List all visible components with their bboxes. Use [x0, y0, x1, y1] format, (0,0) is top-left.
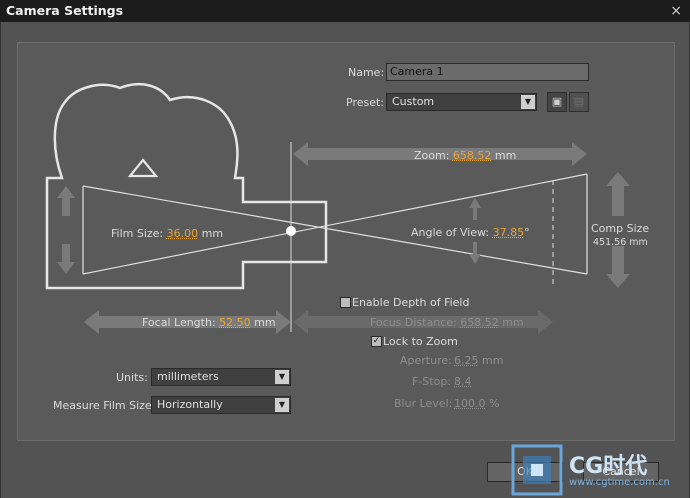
lock-to-zoom-label: Lock to Zoom: [383, 335, 458, 348]
lens-point: [286, 226, 296, 236]
focus-distance-readout: Focus Distance: 658.52 mm: [370, 316, 524, 329]
film-size-value[interactable]: 36.00: [167, 227, 199, 240]
aperture-label: Aperture:: [400, 354, 452, 367]
comp-size-label: Comp Size: [591, 222, 649, 235]
save-preset-button[interactable]: ▣: [547, 92, 567, 112]
focal-length-label: Focal Length:: [142, 316, 216, 329]
zoom-value[interactable]: 658.52: [453, 149, 492, 162]
fstop-value[interactable]: 8.4: [454, 375, 472, 388]
units-label: Units:: [116, 371, 148, 384]
delete-preset-button[interactable]: ▤: [569, 92, 589, 112]
comp-size-value: 451.56 mm: [593, 237, 648, 248]
focus-distance-label: Focus Distance:: [370, 316, 457, 329]
preset-value: Custom: [392, 95, 434, 108]
name-label: Name:: [348, 66, 384, 79]
measure-film-size-select[interactable]: Horizontally ▼: [151, 396, 291, 414]
film-size-unit: mm: [202, 227, 223, 240]
floppy-icon: ▣: [552, 95, 562, 108]
film-size-readout: Film Size: 36.00 mm: [111, 227, 223, 240]
camera-viewfinder-icon: [130, 160, 156, 176]
camera-body-outline: [47, 84, 326, 288]
focal-length-unit: mm: [254, 316, 275, 329]
blur-level-label: Blur Level:: [394, 397, 452, 410]
chevron-down-icon: ▼: [275, 398, 289, 412]
focus-distance-unit: mm: [502, 316, 523, 329]
film-size-arrow: [57, 186, 75, 274]
focal-length-value[interactable]: 52.50: [219, 316, 251, 329]
blur-level-unit: %: [489, 397, 499, 410]
aperture-readout: 6.25 mm: [454, 354, 503, 367]
fstop-readout: 8.4: [454, 375, 472, 388]
enable-dof-label: Enable Depth of Field: [352, 296, 469, 309]
focus-distance-value[interactable]: 658.52: [460, 316, 499, 329]
chevron-down-icon: ▼: [275, 370, 289, 384]
watermark-logo: [511, 444, 563, 496]
angle-of-view-label: Angle of View:: [411, 226, 489, 239]
preset-label: Preset:: [346, 96, 384, 109]
units-value: millimeters: [157, 370, 219, 383]
trash-icon: ▤: [574, 95, 584, 108]
measure-film-size-label: Measure Film Size:: [53, 399, 155, 412]
enable-dof-checkbox[interactable]: [340, 297, 351, 308]
zoom-label: Zoom:: [414, 149, 449, 162]
film-size-label: Film Size:: [111, 227, 163, 240]
angle-of-view-readout: Angle of View: 37.85°: [411, 226, 530, 239]
measure-film-size-value: Horizontally: [157, 398, 223, 411]
aperture-unit: mm: [482, 354, 503, 367]
units-select[interactable]: millimeters ▼: [151, 368, 291, 386]
chevron-down-icon: ▼: [521, 95, 535, 109]
aperture-value[interactable]: 6.25: [454, 354, 479, 367]
preset-select[interactable]: Custom ▼: [386, 93, 537, 111]
name-input[interactable]: Camera 1: [386, 63, 589, 81]
blur-level-value[interactable]: 100.0: [454, 397, 486, 410]
angle-of-view-value[interactable]: 37.85: [493, 226, 525, 239]
angle-of-view-unit: °: [524, 226, 530, 239]
view-frustum: [83, 174, 587, 274]
focal-length-readout: Focal Length: 52.50 mm: [142, 316, 276, 329]
fstop-label: F-Stop:: [412, 375, 451, 388]
zoom-readout: Zoom: 658.52 mm: [414, 149, 516, 162]
watermark-url: www.cgtime.com.cn: [569, 477, 670, 488]
watermark-text: CG时代: [569, 448, 647, 480]
blur-level-readout: 100.0 %: [454, 397, 499, 410]
lock-to-zoom-checkbox[interactable]: ✓: [371, 336, 382, 347]
watermark: CG时代 www.cgtime.com.cn: [511, 444, 686, 496]
zoom-unit: mm: [495, 149, 516, 162]
